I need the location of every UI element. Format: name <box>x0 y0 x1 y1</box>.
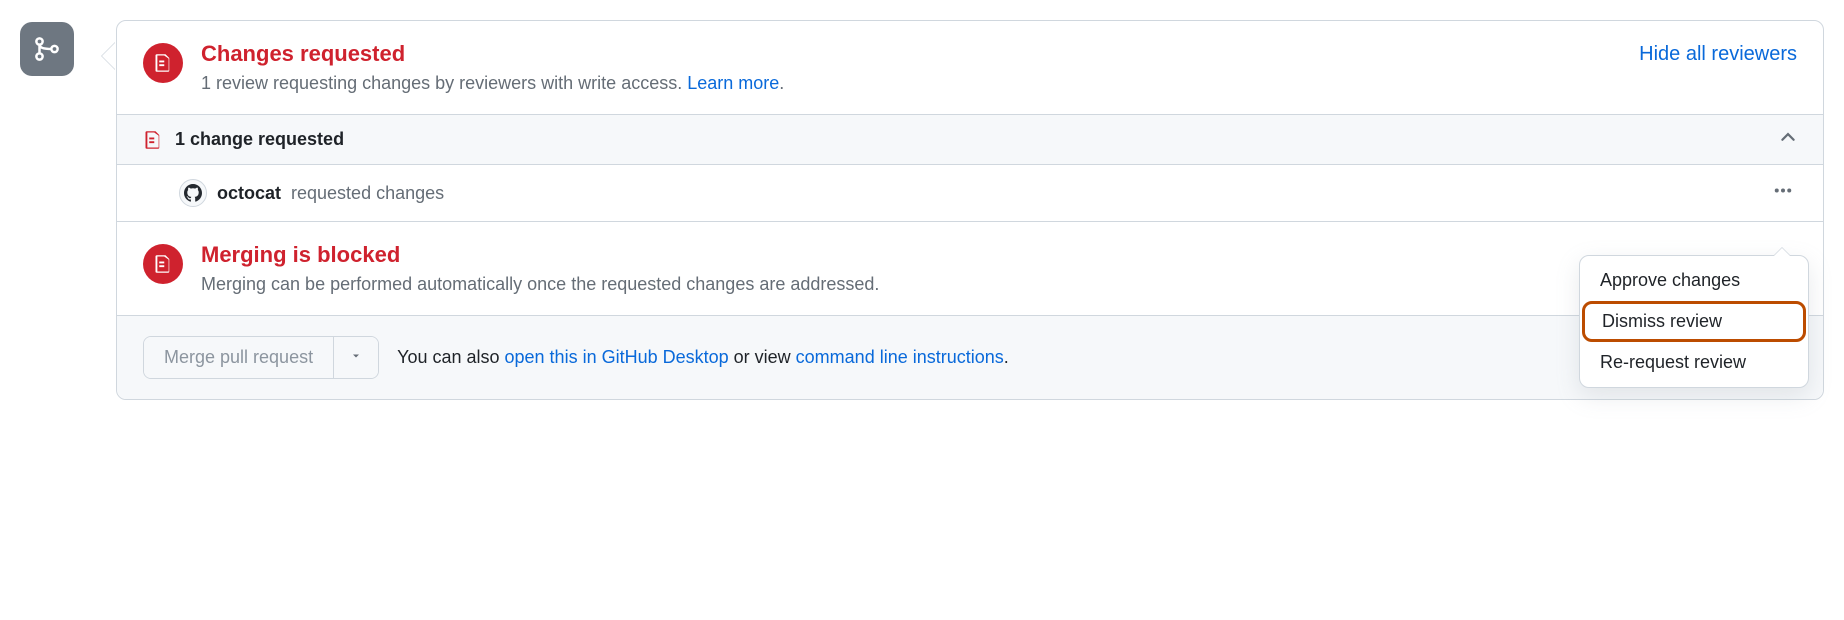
kebab-horizontal-icon <box>1773 181 1793 201</box>
learn-more-link[interactable]: Learn more <box>687 73 779 93</box>
timeline-merge-badge <box>20 22 74 76</box>
octocat-avatar-icon <box>181 181 205 205</box>
merge-blocked-title: Merging is blocked <box>201 242 1797 268</box>
reviewer-actions-menu-button[interactable] <box>1769 177 1797 210</box>
merge-footer: Merge pull request You can also open thi… <box>117 316 1823 399</box>
file-diff-icon <box>143 130 163 150</box>
open-github-desktop-link[interactable]: open this in GitHub Desktop <box>505 347 729 367</box>
changes-requested-title: Changes requested <box>201 41 1797 67</box>
reviewer-username[interactable]: octocat <box>217 183 281 204</box>
reviews-subheader[interactable]: 1 change requested <box>117 114 1823 165</box>
reviewer-action-text: requested changes <box>291 183 444 204</box>
subheader-label: 1 change requested <box>175 129 344 150</box>
re-request-review-item[interactable]: Re-request review <box>1580 342 1808 383</box>
git-merge-icon <box>32 34 62 64</box>
hide-all-reviewers-link[interactable]: Hide all reviewers <box>1639 43 1797 66</box>
file-diff-icon <box>153 53 173 73</box>
merge-blocked-description: Merging can be performed automatically o… <box>201 274 1797 295</box>
collapse-reviews-button[interactable] <box>1779 128 1797 151</box>
chevron-up-icon <box>1779 128 1797 146</box>
merge-alternatives-text: You can also open this in GitHub Desktop… <box>397 347 1009 368</box>
changes-requested-status-icon <box>143 43 183 83</box>
changes-requested-description: 1 review requesting changes by reviewers… <box>201 73 1797 94</box>
changes-requested-section: Changes requested 1 review requesting ch… <box>117 21 1823 114</box>
merge-pull-request-button[interactable]: Merge pull request <box>144 337 333 378</box>
merge-button-group: Merge pull request <box>143 336 379 379</box>
file-diff-icon <box>153 254 173 274</box>
merge-blocked-section: Merging is blocked Merging can be perfor… <box>117 222 1823 316</box>
merge-options-dropdown-button[interactable] <box>333 337 378 378</box>
command-line-instructions-link[interactable]: command line instructions <box>796 347 1004 367</box>
panel-pointer <box>102 42 116 70</box>
reviewer-actions-dropdown: Approve changes Dismiss review Re-reques… <box>1579 255 1809 388</box>
merge-blocked-status-icon <box>143 244 183 284</box>
triangle-down-icon <box>350 350 362 362</box>
avatar[interactable] <box>179 179 207 207</box>
merge-status-panel: Changes requested 1 review requesting ch… <box>116 20 1824 400</box>
reviewer-row: octocat requested changes <box>117 165 1823 222</box>
approve-changes-item[interactable]: Approve changes <box>1580 260 1808 301</box>
dismiss-review-item[interactable]: Dismiss review <box>1582 301 1806 342</box>
